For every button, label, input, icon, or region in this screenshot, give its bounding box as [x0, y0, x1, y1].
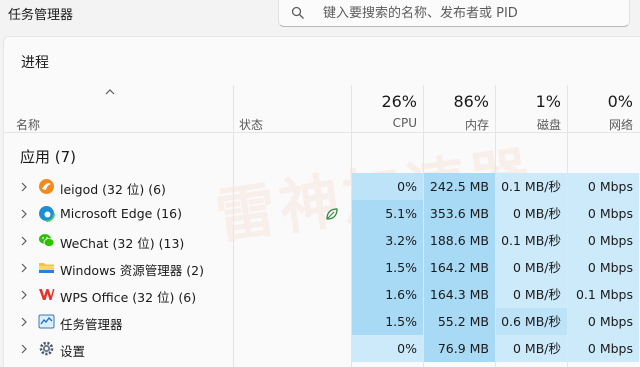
expand-chevron-icon[interactable]: [20, 344, 28, 354]
expand-chevron-icon[interactable]: [20, 209, 28, 219]
column-header-row: 名称 状态 26% CPU 86% 内存 1% 磁盘 0% 网络: [4, 85, 640, 133]
cpu-value: 0%: [352, 173, 423, 200]
column-header-memory[interactable]: 内存: [424, 116, 489, 133]
disk-value: 0.6 MB/秒: [496, 308, 567, 335]
column-header-cpu[interactable]: CPU: [352, 116, 417, 130]
column-header-network[interactable]: 网络: [568, 116, 633, 133]
network-value: 0 Mbps: [568, 200, 639, 227]
processes-panel: 雷神加速器 进程 名称 状态 26% CPU 86% 内存 1% 磁盘 0% 网…: [3, 36, 640, 367]
cpu-total-percent[interactable]: 26%: [352, 92, 417, 111]
table-row[interactable]: 设置 0% 76.9 MB 0 MB/秒 0 Mbps: [4, 335, 640, 362]
window-title: 任务管理器: [8, 8, 74, 23]
memory-value: 55.2 MB: [424, 308, 495, 335]
memory-value: 242.5 MB: [424, 173, 495, 200]
search-input[interactable]: [323, 3, 623, 23]
network-value: 0 Mbps: [568, 254, 639, 281]
search-icon: [291, 6, 304, 19]
disk-total-percent[interactable]: 1%: [496, 92, 561, 111]
group-title-apps: 应用 (7): [20, 148, 77, 166]
process-name: 设置: [60, 344, 86, 359]
title-bar: 任务管理器: [0, 0, 640, 34]
explorer-folder-icon: [39, 263, 54, 273]
process-name: Microsoft Edge (16): [60, 206, 182, 221]
memory-value: 353.6 MB: [424, 200, 495, 227]
disk-value: 0.1 MB/秒: [496, 173, 567, 200]
process-name: WPS Office (32 位) (6): [60, 290, 197, 305]
process-name: leigod (32 位) (6): [60, 182, 166, 197]
cpu-value: 3.2%: [352, 227, 423, 254]
disk-value: 0.1 MB/秒: [496, 227, 567, 254]
process-name: 任务管理器: [60, 317, 123, 332]
network-value: 0 Mbps: [568, 173, 639, 200]
search-box[interactable]: [278, 0, 630, 27]
process-name: WeChat (32 位) (13): [60, 236, 185, 251]
efficiency-leaf-icon: [326, 208, 338, 220]
memory-total-percent[interactable]: 86%: [424, 92, 489, 111]
leigod-icon: [39, 179, 54, 194]
network-value: 0 Mbps: [568, 308, 639, 335]
memory-value: 164.2 MB: [424, 254, 495, 281]
disk-value: 0 MB/秒: [496, 254, 567, 281]
settings-gear-icon: [39, 341, 54, 356]
cpu-value: 1.5%: [352, 308, 423, 335]
network-value: 0 Mbps: [568, 335, 639, 362]
memory-value: 188.6 MB: [424, 227, 495, 254]
table-row[interactable]: WPS Office (32 位) (6) 1.6% 164.3 MB 0 MB…: [4, 281, 640, 308]
expand-chevron-icon[interactable]: [20, 290, 28, 300]
wps-icon: [39, 289, 55, 300]
sort-ascending-chevron-icon: [105, 89, 115, 95]
cpu-value: 1.5%: [352, 254, 423, 281]
disk-value: 0 MB/秒: [496, 200, 567, 227]
disk-value: 0 MB/秒: [496, 335, 567, 362]
memory-value: 76.9 MB: [424, 335, 495, 362]
network-value: 0.1 Mbps: [568, 281, 639, 308]
process-name: Windows 资源管理器 (2): [60, 263, 204, 278]
expand-chevron-icon[interactable]: [20, 263, 28, 273]
expand-chevron-icon[interactable]: [20, 182, 28, 192]
wechat-icon: [39, 234, 55, 247]
page-title: 进程: [21, 55, 49, 71]
edge-icon: [38, 205, 55, 222]
expand-chevron-icon[interactable]: [20, 317, 28, 327]
cpu-value: 5.1%: [352, 200, 423, 227]
table-row[interactable]: leigod (32 位) (6) 0% 242.5 MB 0.1 MB/秒 0…: [4, 173, 640, 200]
column-header-disk[interactable]: 磁盘: [496, 116, 561, 133]
task-manager-icon: [38, 314, 55, 329]
table-row[interactable]: Windows 资源管理器 (2) 1.5% 164.2 MB 0 MB/秒 0…: [4, 254, 640, 281]
column-header-name[interactable]: 名称: [16, 116, 40, 133]
table-row[interactable]: Microsoft Edge (16) 5.1% 353.6 MB 0 MB/秒…: [4, 200, 640, 227]
memory-value: 164.3 MB: [424, 281, 495, 308]
disk-value: 0 MB/秒: [496, 281, 567, 308]
network-total-percent[interactable]: 0%: [568, 92, 633, 111]
cpu-value: 0%: [352, 335, 423, 362]
table-row[interactable]: 任务管理器 1.5% 55.2 MB 0.6 MB/秒 0 Mbps: [4, 308, 640, 335]
expand-chevron-icon[interactable]: [20, 236, 28, 246]
column-header-status[interactable]: 状态: [239, 116, 263, 133]
table-row[interactable]: WeChat (32 位) (13) 3.2% 188.6 MB 0.1 MB/…: [4, 227, 640, 254]
cpu-value: 1.6%: [352, 281, 423, 308]
network-value: 0 Mbps: [568, 227, 639, 254]
